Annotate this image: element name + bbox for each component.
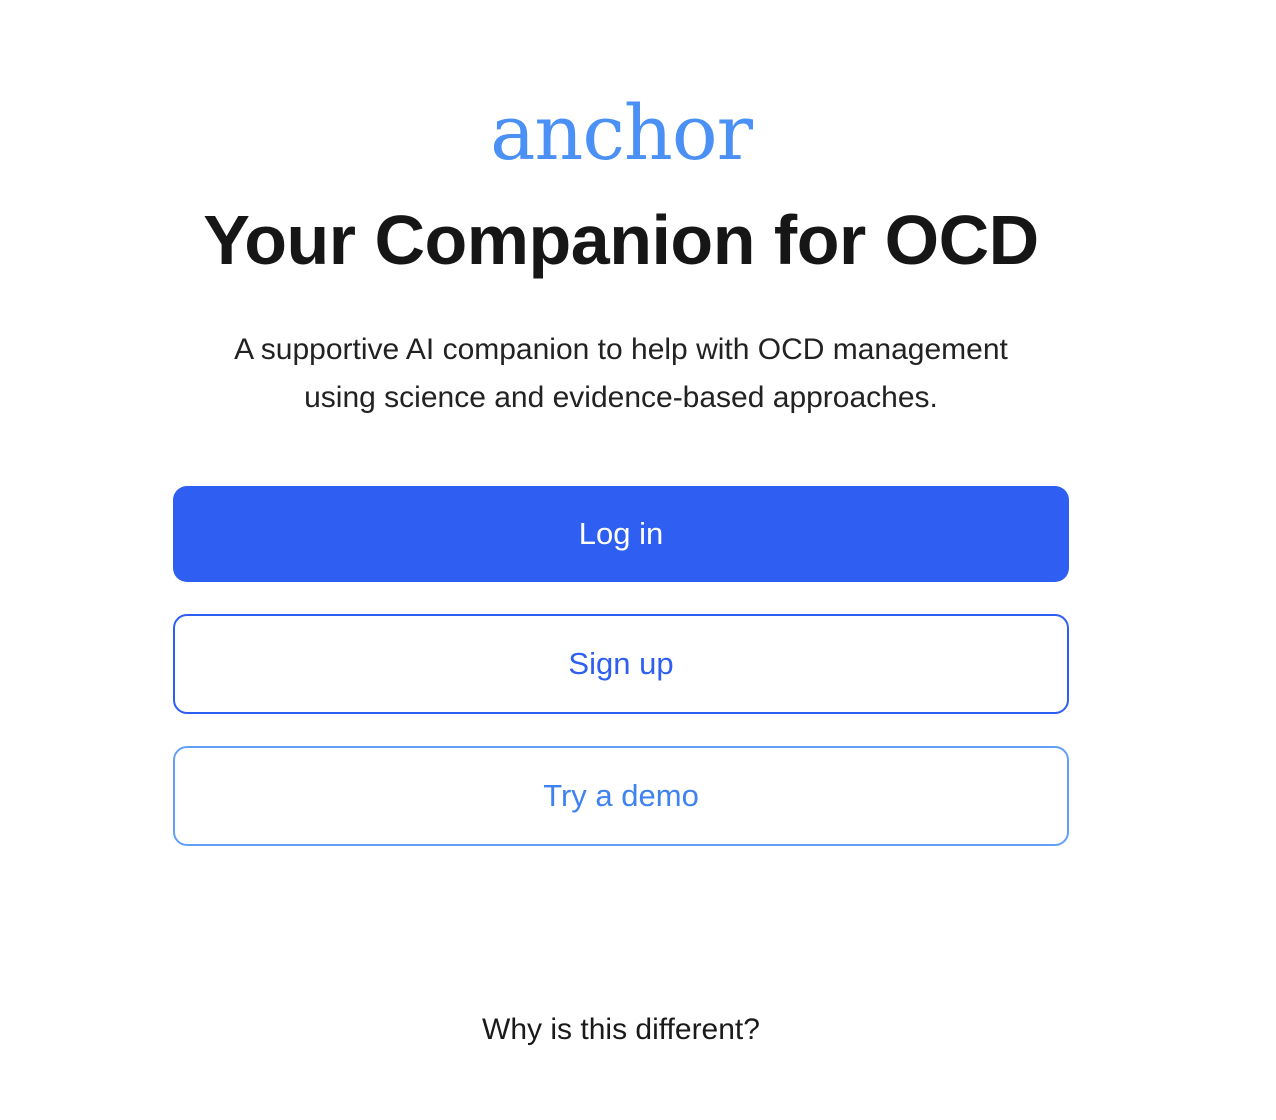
subtitle-line-1: A supportive AI companion to help with O… [234, 333, 1008, 366]
page-title: Your Companion for OCD [203, 201, 1039, 279]
signup-button[interactable]: Sign up [173, 614, 1069, 714]
login-button[interactable]: Log in [173, 486, 1069, 582]
try-demo-button[interactable]: Try a demo [173, 746, 1069, 846]
subtitle-line-2: using science and evidence-based approac… [304, 381, 938, 414]
subtitle: A supportive AI companion to help with O… [173, 326, 1069, 422]
anchor-logo: anchor [490, 88, 753, 177]
why-different-link[interactable]: Why is this different? [173, 1008, 1069, 1052]
